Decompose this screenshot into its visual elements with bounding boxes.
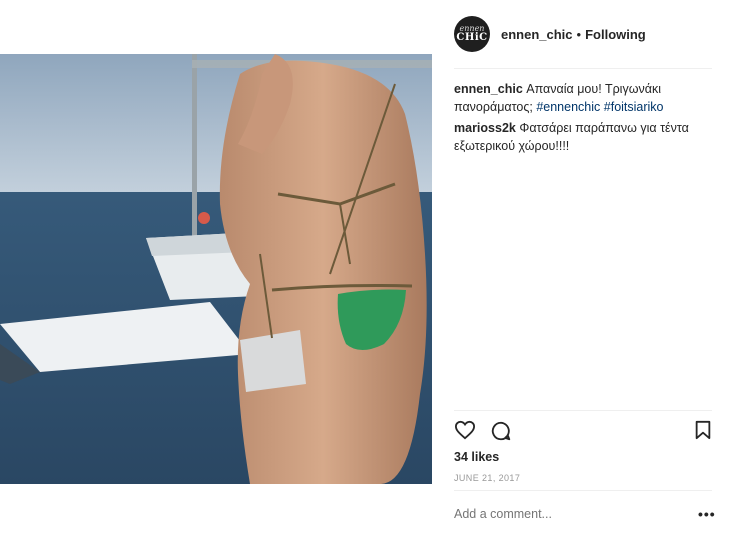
actions-divider — [454, 410, 712, 411]
header-username[interactable]: ennen_chic — [501, 27, 573, 42]
comment-item: marioss2k Φατσάρει παράπανω για τέντα εξ… — [454, 119, 712, 155]
post-header: ennen CHiC ennen_chic • Following — [454, 14, 646, 54]
post-sidebar: ennen CHiC ennen_chic • Following ennen_… — [432, 0, 735, 536]
post-date: JUNE 21, 2017 — [454, 473, 521, 483]
header-text: ennen_chic • Following — [501, 27, 646, 42]
heart-icon[interactable] — [454, 420, 476, 445]
following-button[interactable]: Following — [585, 27, 646, 42]
header-separator: • — [576, 26, 582, 42]
hashtag-link[interactable]: #foitsiariko — [604, 100, 664, 114]
post-actions — [454, 420, 714, 444]
post-photo[interactable] — [0, 54, 432, 484]
avatar-text-bottom: CHiC — [456, 32, 488, 43]
hashtag-link[interactable]: #ennenchic — [536, 100, 600, 114]
comment-username[interactable]: marioss2k — [454, 121, 516, 135]
more-options-button[interactable]: ••• — [698, 506, 716, 522]
avatar[interactable]: ennen CHiC — [454, 16, 490, 52]
photo-image — [0, 54, 432, 484]
comment-item: ennen_chic Απαναία μου! Τριγωνάκι πανορά… — [454, 80, 712, 116]
bookmark-icon[interactable] — [694, 420, 712, 445]
comment-divider — [454, 490, 712, 491]
comment-icon[interactable] — [490, 420, 512, 447]
comments-list: ennen_chic Απαναία μου! Τριγωνάκι πανορά… — [454, 80, 712, 158]
likes-count[interactable]: 34 likes — [454, 450, 499, 464]
header-divider — [454, 68, 712, 69]
comment-username[interactable]: ennen_chic — [454, 82, 523, 96]
add-comment-input[interactable] — [454, 507, 690, 521]
